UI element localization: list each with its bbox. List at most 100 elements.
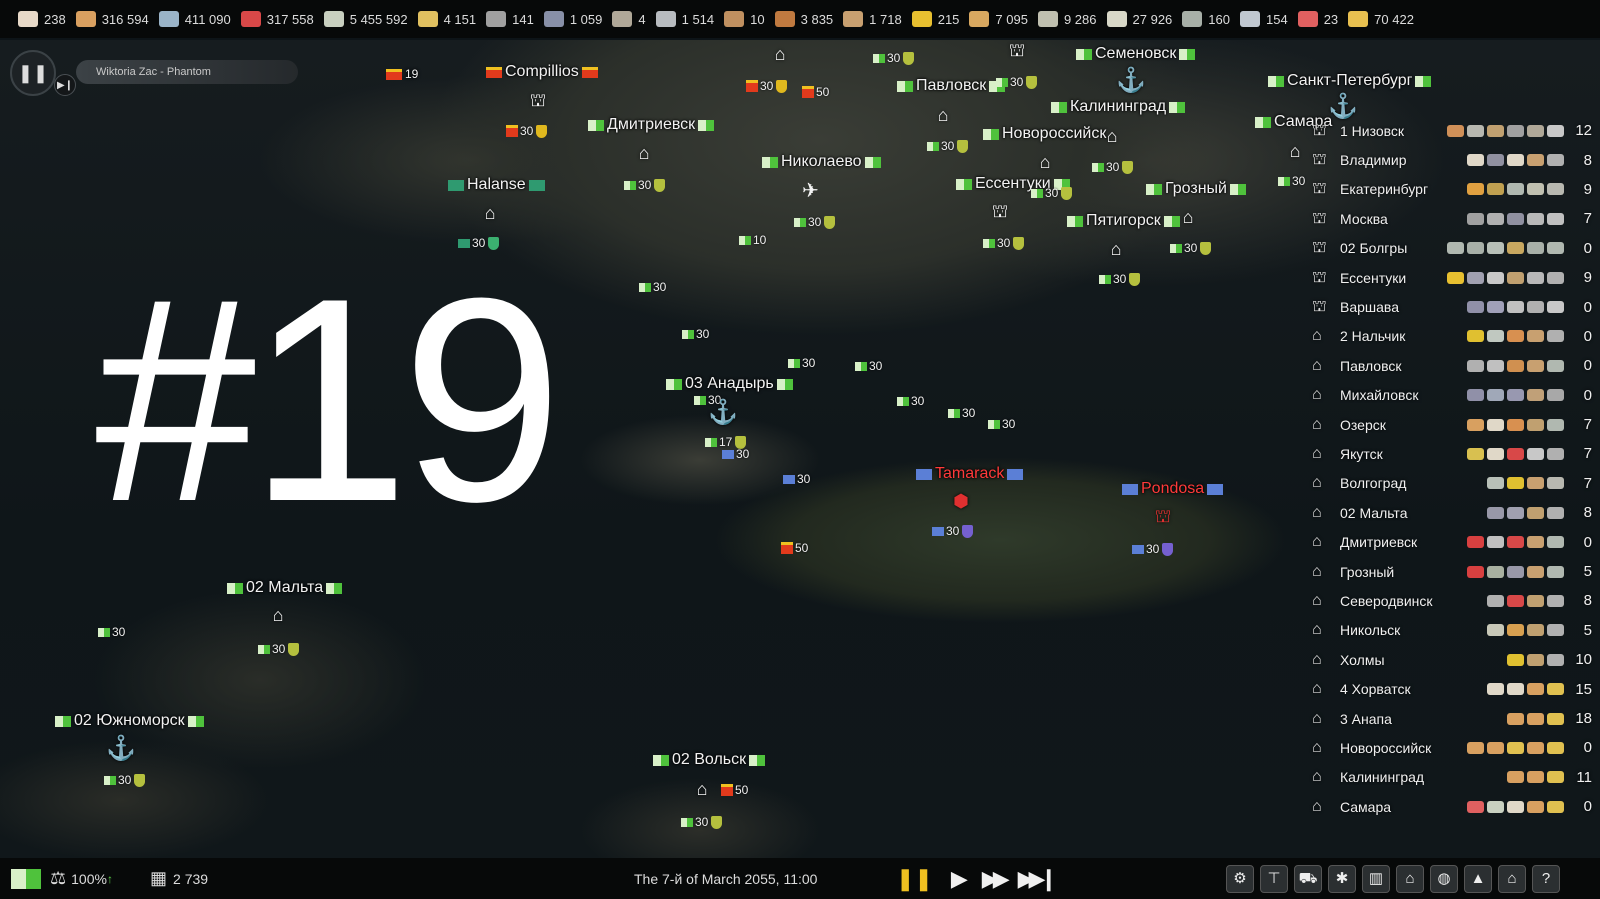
garrison-count[interactable]: 10 (739, 233, 766, 247)
map-label-novorossiysk[interactable]: Новороссийск (980, 125, 1106, 143)
map-label-semenovsk[interactable]: Семеновск (1073, 45, 1198, 63)
bank-icon[interactable]: ⌂ (1498, 864, 1526, 893)
garrison-count[interactable]: 30 (948, 406, 975, 420)
gear-icon[interactable]: ⚙ (1226, 864, 1254, 893)
factory-icon[interactable]: ⛫ (988, 201, 1012, 224)
resource-item[interactable]: 141 (486, 11, 534, 27)
garrison-count[interactable]: 30 (104, 773, 146, 787)
farm-icon[interactable]: ⌂ (1033, 151, 1057, 173)
map-label-nikolaevo[interactable]: Николаево (759, 153, 884, 171)
settlement-row[interactable]: ⛫ Москва 7 (1306, 204, 1600, 233)
warehouse-icon[interactable]: ⌂ (632, 142, 656, 164)
garrison-count[interactable]: 30 (1132, 542, 1174, 556)
resource-item[interactable]: 4 151 (417, 11, 476, 27)
factory-icon[interactable]: ⌂ (1396, 864, 1424, 893)
settlement-row[interactable]: ⌂ Северодвинск 8 (1306, 586, 1600, 615)
resource-item[interactable]: 316 594 (75, 11, 149, 27)
settlement-row[interactable]: ⛫ 02 Болгры 0 (1306, 234, 1600, 263)
garrison-count[interactable]: 30 (1031, 186, 1073, 200)
resource-item[interactable]: 10 (724, 11, 765, 27)
resource-item[interactable]: 160 (1182, 11, 1230, 27)
garrison-count[interactable]: 30 (458, 236, 500, 250)
garrison-count[interactable]: 50 (781, 541, 808, 555)
map-label-halanse[interactable]: Halanse (445, 176, 548, 194)
resource-item[interactable]: 23 (1297, 11, 1338, 27)
garrison-count[interactable]: 30 (788, 356, 815, 370)
settlement-row[interactable]: ⛫ 1 Низовск 12 (1306, 116, 1600, 145)
plane-icon[interactable]: ✈ (802, 178, 819, 203)
music-skip-button[interactable]: ▶❙ (54, 74, 76, 96)
farm-icon[interactable]: ⌂ (1283, 140, 1307, 162)
resource-item[interactable]: 27 926 (1106, 11, 1172, 27)
garrison-count[interactable]: 30 (897, 394, 924, 408)
road-icon[interactable]: ⛟ (1294, 864, 1322, 893)
anchor-icon[interactable]: ⚓ (708, 398, 738, 427)
enemy-factory-icon[interactable]: ⛫ (1151, 506, 1175, 529)
resource-item[interactable]: 7 095 (969, 11, 1028, 27)
anchor-icon[interactable]: ⚓ (106, 734, 136, 763)
settlement-row[interactable]: ⌂ Калининград 11 (1306, 763, 1600, 792)
garrison-count[interactable]: 30 (1092, 160, 1134, 174)
farm-icon[interactable]: ⌂ (478, 202, 502, 224)
garrison-count[interactable]: 30 (624, 178, 666, 192)
settlement-row[interactable]: ⌂ Холмы 10 (1306, 645, 1600, 674)
garrison-count[interactable]: 30 (506, 124, 548, 138)
garrison-count[interactable]: 30 (682, 327, 709, 341)
play-button[interactable]: ▶ (951, 866, 968, 892)
resource-item[interactable]: 3 835 (774, 11, 833, 27)
settlement-row[interactable]: ⌂ Волгоград 7 (1306, 469, 1600, 498)
garrison-count[interactable]: 30 (1170, 241, 1212, 255)
map-label-19[interactable]: 19 (383, 67, 418, 81)
farm-icon[interactable]: ⌂ (1104, 238, 1128, 260)
settlement-row[interactable]: ⌂ Самара 0 (1306, 792, 1600, 821)
settlement-row[interactable]: ⛫ Ессентуки 9 (1306, 263, 1600, 292)
garrison-count[interactable]: 30 (722, 447, 749, 461)
pause-button[interactable]: ❚❚ (896, 866, 933, 892)
settlement-row[interactable]: ⌂ Михайловск 0 (1306, 381, 1600, 410)
garrison-count[interactable]: 30 (988, 417, 1015, 431)
map-label-tamarack[interactable]: Tamarack (913, 465, 1026, 483)
resource-item[interactable]: 154 (1239, 11, 1288, 27)
settlement-row[interactable]: ⌂ Озерск 7 (1306, 410, 1600, 439)
resource-item[interactable]: 1 059 (543, 11, 602, 27)
map-label-malta[interactable]: 02 Мальта (224, 579, 345, 597)
garrison-count[interactable]: 30 (681, 815, 723, 829)
settlement-row[interactable]: ⌂ Якутск 7 (1306, 439, 1600, 468)
map-label-dmitrievsk[interactable]: Дмитриевск (585, 116, 717, 134)
resource-item[interactable]: 4 (612, 11, 646, 27)
farm-icon[interactable]: ⌂ (690, 778, 714, 800)
chart-icon[interactable]: ▲ (1464, 864, 1492, 893)
map-label-kaliningrad[interactable]: Калининград (1048, 98, 1188, 116)
garrison-count[interactable]: 30 (873, 51, 915, 65)
resource-item[interactable]: 9 286 (1037, 11, 1097, 27)
bug-icon[interactable]: ✱ (1328, 864, 1356, 893)
warehouse-icon[interactable]: ⌂ (931, 104, 955, 126)
resource-item[interactable]: 5 455 592 (323, 11, 408, 27)
garrison-count[interactable]: 50 (721, 783, 748, 797)
settlement-row[interactable]: ⌂ 02 Мальта 8 (1306, 498, 1600, 527)
faction-flag[interactable] (8, 858, 44, 899)
globe-icon[interactable]: ◍ (1430, 864, 1458, 893)
garrison-count[interactable]: 30 (746, 79, 788, 93)
map-label-pondosa[interactable]: Pondosa (1119, 480, 1226, 498)
farm-icon[interactable]: ⌂ (1100, 125, 1124, 147)
garrison-count[interactable]: 30 (996, 75, 1038, 89)
settlement-row[interactable]: ⌂ Грозный 5 (1306, 557, 1600, 586)
settlement-row[interactable]: ⌂ Никольск 5 (1306, 616, 1600, 645)
settlement-row[interactable]: ⛫ Варшава 0 (1306, 292, 1600, 321)
settlement-row[interactable]: ⌂ Дмитриевск 0 (1306, 527, 1600, 556)
resource-item[interactable]: 411 090 (158, 11, 231, 27)
settlement-row[interactable]: ⌂ 2 Нальчик 0 (1306, 322, 1600, 351)
help-icon[interactable]: ? (1532, 864, 1560, 893)
garrison-count[interactable]: 30 (855, 359, 882, 373)
fastest-button[interactable]: ▶▶❙ (1018, 866, 1058, 892)
building-icon[interactable]: ▥ (1362, 864, 1390, 893)
map-label-compillios[interactable]: Compillios (483, 63, 601, 81)
resource-item[interactable]: 1 514 (655, 11, 714, 27)
garrison-count[interactable]: 30 (98, 625, 125, 639)
resource-item[interactable]: 215 (911, 11, 959, 27)
enemy-base-icon[interactable]: ⬢ (949, 490, 973, 512)
factory-icon[interactable]: ⛫ (1005, 40, 1029, 63)
approval[interactable]: ⚖ 100% ↑ (50, 858, 113, 899)
farm-icon[interactable]: ⌂ (768, 43, 792, 65)
